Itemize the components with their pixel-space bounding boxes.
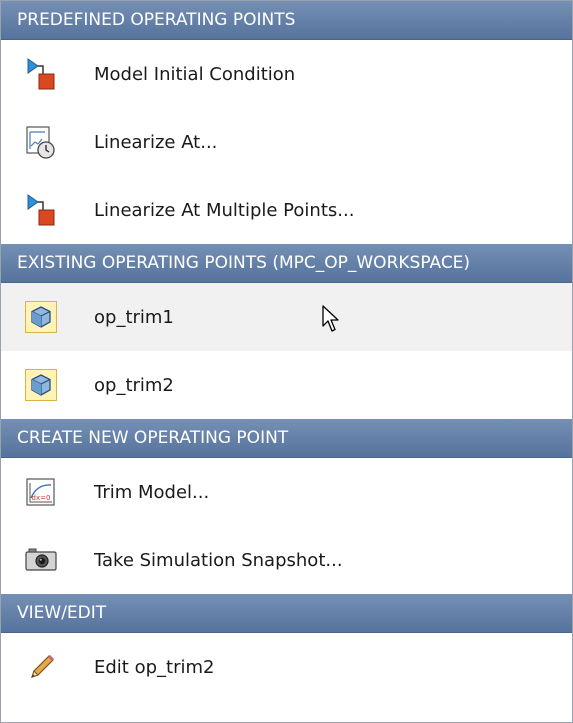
menu-item-trim-model[interactable]: dx=0 Trim Model...	[1, 458, 572, 526]
menu-item-linearize-at-multiple-points[interactable]: Linearize At Multiple Points...	[1, 176, 572, 244]
time-snapshot-icon	[26, 126, 55, 159]
operating-point-menu: PREDEFINED OPERATING POINTS Model Initia…	[0, 0, 573, 723]
operating-point-cube-icon	[31, 306, 51, 328]
menu-item-label: Model Initial Condition	[94, 63, 296, 85]
mouse-cursor-icon	[322, 305, 339, 332]
section-header-existing: EXISTING OPERATING POINTS (MPC_OP_WORKSP…	[1, 244, 572, 283]
icon-highlight	[25, 301, 57, 333]
pencil-icon	[31, 654, 55, 678]
menu-item-label: Linearize At...	[94, 131, 218, 153]
camera-icon	[25, 548, 57, 571]
section-header-view-edit: VIEW/EDIT	[1, 594, 572, 633]
icon-highlight	[25, 369, 57, 401]
menu-item-op-trim1[interactable]: op_trim1	[1, 283, 572, 351]
menu-item-label: Take Simulation Snapshot...	[94, 549, 343, 571]
menu-item-label: op_trim1	[94, 306, 174, 328]
menu-item-model-initial-condition[interactable]: Model Initial Condition	[1, 40, 572, 108]
menu-item-linearize-at[interactable]: Linearize At...	[1, 108, 572, 176]
trim-icon-text: dx=0	[32, 494, 51, 502]
menu-item-take-simulation-snapshot[interactable]: Take Simulation Snapshot...	[1, 526, 572, 594]
menu-item-op-trim2[interactable]: op_trim2	[1, 351, 572, 419]
menu-item-edit-op-trim2[interactable]: Edit op_trim2	[1, 633, 572, 701]
model-block-icon	[27, 194, 55, 226]
menu-item-label: Trim Model...	[94, 481, 210, 503]
menu-item-label: Edit op_trim2	[94, 656, 215, 678]
menu-item-label: op_trim2	[94, 374, 174, 396]
section-header-create: CREATE NEW OPERATING POINT	[1, 419, 572, 458]
model-block-icon	[27, 58, 55, 90]
operating-point-cube-icon	[31, 374, 51, 396]
section-header-predefined: PREDEFINED OPERATING POINTS	[1, 1, 572, 40]
trim-dx0-icon: dx=0	[26, 478, 55, 506]
menu-item-label: Linearize At Multiple Points...	[94, 199, 355, 221]
